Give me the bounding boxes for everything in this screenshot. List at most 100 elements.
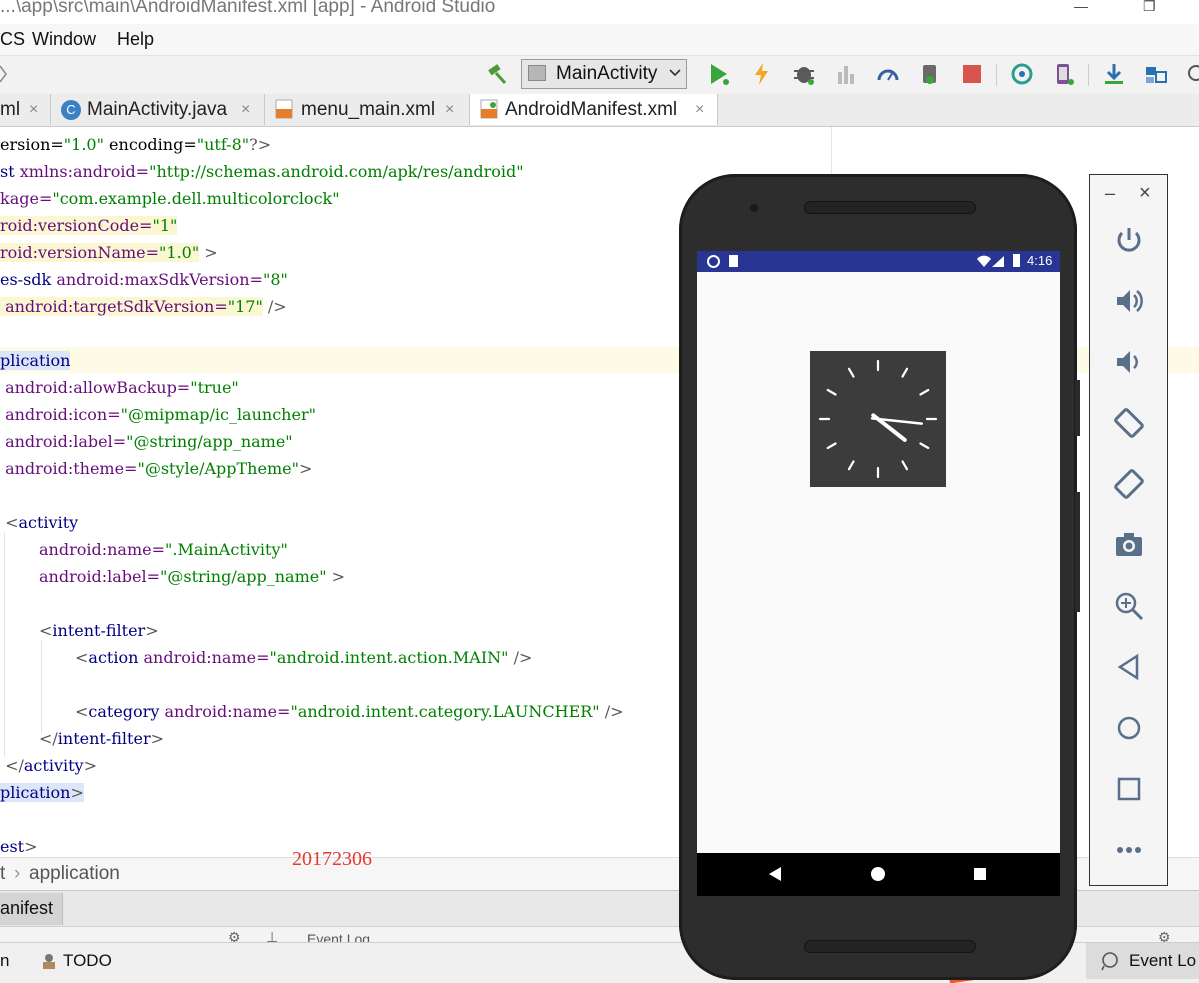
apply-changes-icon[interactable]: [750, 62, 774, 86]
code-line: </activity>: [0, 756, 97, 775]
profile-icon[interactable]: [876, 62, 900, 86]
title-bar: ...\app\src\main\AndroidManifest.xml [ap…: [0, 0, 1199, 24]
xml-file-icon: [275, 99, 293, 119]
toolbar-separator: [996, 64, 997, 86]
editor-tab-bar: ml × C MainActivity.java × menu_main.xml…: [0, 94, 1199, 127]
main-toolbar: MainActivity: [0, 56, 1199, 95]
tab-androidmanifest-xml[interactable]: AndroidManifest.xml ×: [470, 94, 718, 125]
tab-manifest-text[interactable]: anifest: [0, 893, 63, 925]
emulator-minimize-button[interactable]: –: [1105, 183, 1115, 204]
code-line: kage="com.example.dell.multicolorclock": [0, 189, 340, 208]
sd-card-icon: [729, 255, 738, 267]
nav-overview-button[interactable]: [974, 868, 986, 880]
volume-down-icon[interactable]: [1112, 345, 1146, 379]
tab-mainactivity-java[interactable]: C MainActivity.java ×: [51, 94, 265, 125]
search-icon[interactable]: [1184, 62, 1199, 86]
coverage-icon[interactable]: [834, 62, 858, 86]
sdk-manager-icon[interactable]: [1102, 62, 1126, 86]
volume-up-icon[interactable]: [1112, 284, 1146, 318]
java-class-icon: C: [61, 100, 81, 120]
indent-guide: [41, 640, 42, 733]
power-icon[interactable]: [1112, 223, 1146, 257]
notification-icon: [707, 255, 720, 268]
run-configuration-select[interactable]: MainActivity: [521, 59, 687, 89]
code-line: </intent-filter>: [39, 729, 164, 748]
code-line: <activity: [0, 513, 79, 532]
android-config-icon: [528, 65, 546, 81]
rotate-right-icon[interactable]: [1112, 467, 1146, 501]
code-line: android:theme="@style/AppTheme">: [0, 459, 313, 478]
debug-icon[interactable]: [792, 62, 816, 86]
zoom-icon[interactable]: [1112, 589, 1146, 623]
nav-back-icon[interactable]: [0, 62, 20, 86]
battery-icon: [1013, 254, 1020, 267]
event-log-icon: [1100, 951, 1120, 976]
power-button-hw: [1075, 380, 1080, 436]
tab-close-icon[interactable]: ×: [695, 101, 704, 119]
project-structure-icon[interactable]: [1144, 62, 1168, 86]
device-screen[interactable]: 4:16: [697, 251, 1060, 896]
code-line: android:targetSdkVersion="17" />: [0, 297, 287, 316]
overview-icon[interactable]: [1112, 772, 1146, 806]
breadcrumb-item-manifest[interactable]: t: [0, 863, 5, 885]
code-line: android:allowBackup="true": [0, 378, 239, 397]
restore-window-button[interactable]: ❐: [1143, 0, 1156, 15]
indent-guide: [4, 532, 5, 757]
home-icon[interactable]: [1112, 711, 1146, 745]
wifi-signal-icon: [976, 255, 1006, 273]
bottom-speaker-grille: [804, 940, 976, 953]
code-line: android:label="@string/app_name" >: [39, 567, 346, 586]
code-line: <category android:name="android.intent.c…: [75, 702, 624, 721]
hammer-icon[interactable]: [486, 62, 510, 86]
event-log-label: Event Lo: [1129, 951, 1197, 970]
analog-clock-widget[interactable]: [810, 351, 946, 487]
code-line: roid:versionName="1.0" >: [0, 243, 218, 262]
tab-close-icon[interactable]: ×: [445, 101, 454, 119]
run-icon[interactable]: [707, 62, 731, 86]
more-icon[interactable]: [1112, 833, 1146, 867]
menu-help[interactable]: Help: [117, 29, 154, 50]
rotate-left-icon[interactable]: [1112, 406, 1146, 440]
emulator-device-frame: 4:16: [679, 174, 1080, 980]
code-line: <action android:name="android.intent.act…: [75, 648, 533, 667]
android-nav-bar: [697, 853, 1060, 896]
code-line: <intent-filter>: [39, 621, 159, 640]
attach-debugger-icon[interactable]: [918, 62, 942, 86]
menu-vcs[interactable]: CS: [0, 29, 25, 50]
tab-close-icon[interactable]: ×: [241, 101, 250, 119]
back-icon[interactable]: [1112, 650, 1146, 684]
volume-rocker-hw: [1075, 492, 1080, 612]
code-line: roid:versionCode="1": [0, 216, 178, 235]
front-camera: [750, 204, 758, 212]
tab-close-icon[interactable]: ×: [29, 101, 38, 119]
code-line: st xmlns:android="http://schemas.android…: [0, 162, 524, 181]
todo-button[interactable]: TODO: [63, 951, 112, 971]
nav-home-button[interactable]: [871, 867, 885, 881]
tab-menu-main-xml[interactable]: menu_main.xml ×: [265, 94, 470, 125]
minimize-window-button[interactable]: —: [1074, 0, 1088, 14]
stop-icon[interactable]: [960, 62, 984, 86]
code-line: android:name=".MainActivity": [39, 540, 288, 559]
nav-back-button[interactable]: [768, 866, 782, 887]
screenshot-icon[interactable]: [1112, 528, 1146, 562]
code-line: android:icon="@mipmap/ic_launcher": [0, 405, 316, 424]
code-line: plication>: [0, 783, 84, 802]
emulator-close-button[interactable]: ×: [1139, 182, 1151, 205]
tool-window-button[interactable]: n: [0, 951, 9, 971]
android-status-bar: 4:16: [697, 251, 1060, 272]
sync-icon[interactable]: [1010, 62, 1034, 86]
tab-xml-partial[interactable]: ml ×: [0, 94, 51, 125]
code-line: est>: [0, 837, 38, 856]
tab-label: ml: [0, 99, 21, 120]
menu-bar: CS Window Help: [0, 24, 1199, 56]
event-log-button[interactable]: Event Lo: [1086, 943, 1199, 979]
menu-window[interactable]: Window: [32, 29, 96, 50]
manifest-file-icon: [480, 99, 498, 119]
code-line: plication: [0, 351, 71, 370]
status-time: 4:16: [1027, 253, 1053, 268]
avd-manager-icon[interactable]: [1052, 62, 1076, 86]
todo-icon: [40, 952, 58, 970]
breadcrumb-item-application[interactable]: application: [29, 863, 120, 885]
chevron-down-icon: [668, 64, 682, 87]
run-config-label: MainActivity: [556, 63, 658, 84]
